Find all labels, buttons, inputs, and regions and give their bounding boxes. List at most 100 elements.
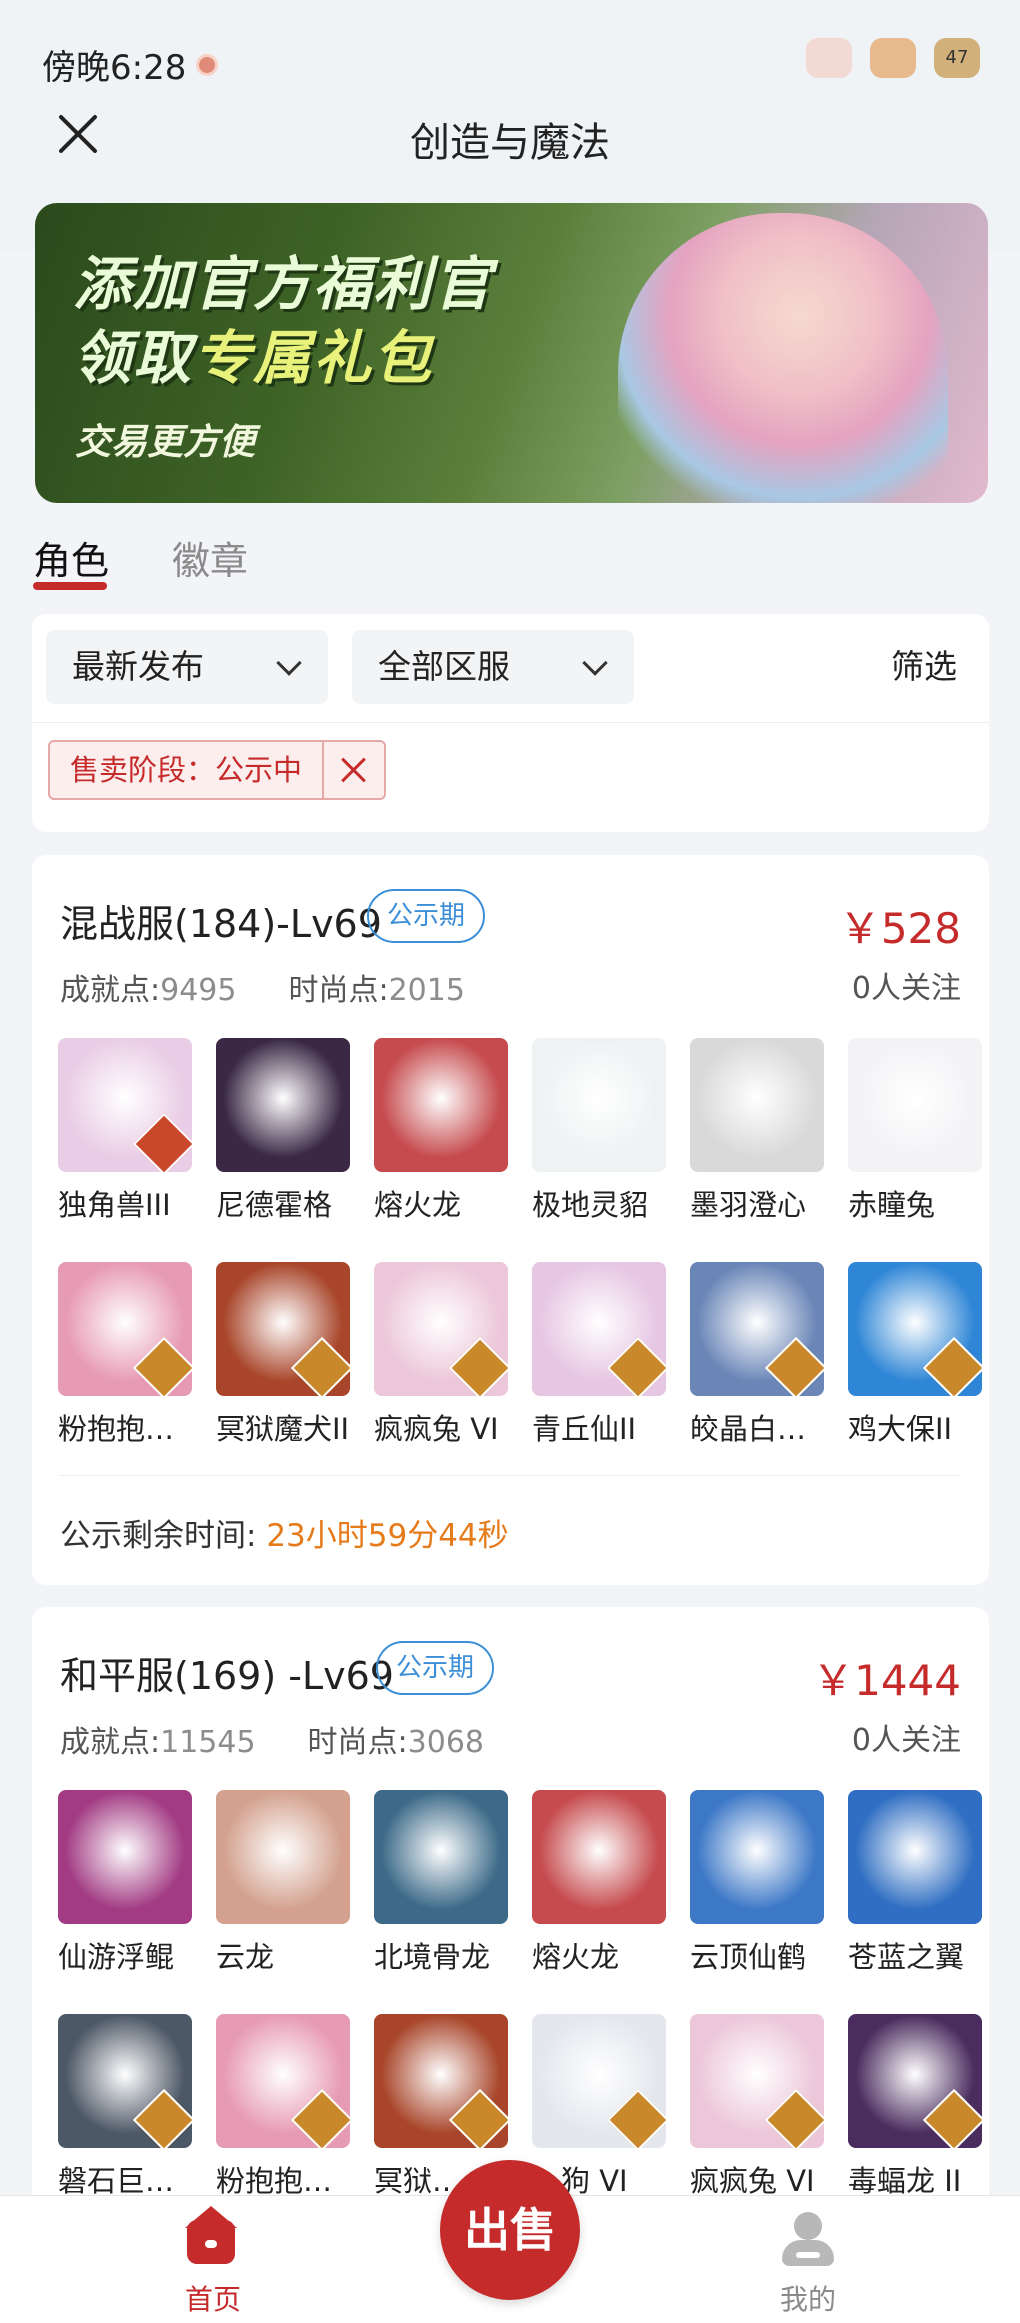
listing-stats: 成就点:11545 时尚点:3068 <box>60 1717 484 1761</box>
item-tile[interactable]: 磐石巨… <box>58 2014 194 2200</box>
nav-profile[interactable] <box>780 2210 836 2266</box>
wifi-icon <box>870 38 916 78</box>
item-tile[interactable]: 粉抱抱… <box>216 2014 352 2200</box>
divider <box>32 722 989 723</box>
item-tile[interactable]: 尼德霍格 <box>216 1038 352 1224</box>
nav-home[interactable] <box>183 2206 239 2266</box>
server-dropdown[interactable]: 全部区服 <box>352 630 634 704</box>
item-tile[interactable]: 粉抱抱… <box>58 1262 194 1448</box>
item-name: 赤瞳兔 <box>848 1188 936 1222</box>
listing-card[interactable]: 混战服(184)-Lv69 公示期 ￥528 成就点:9495 时尚点:2015 … <box>32 855 989 1585</box>
category-tabs: 角色 徽章 <box>0 520 1020 600</box>
item-tile[interactable]: 皎晶白… <box>690 1262 826 1448</box>
server-dropdown-value: 全部区服 <box>378 647 510 686</box>
promo-banner[interactable]: 添加官方福利官 领取专属礼包 交易更方便 <box>35 203 988 503</box>
item-thumbnail <box>532 1038 666 1172</box>
item-thumbnail <box>848 2014 982 2148</box>
listing-server: 和平服(169) -Lv69 <box>60 1654 394 1698</box>
item-name: 毒蝠龙 II <box>848 2164 962 2198</box>
status-icons: 47 <box>806 38 980 78</box>
item-name: 鸡大保II <box>848 1412 953 1446</box>
countdown-label: 公示剩余时间: <box>60 1518 257 1554</box>
countdown: 公示剩余时间: 23小时59分44秒 <box>60 1510 509 1555</box>
item-thumbnail <box>216 2014 350 2148</box>
status-badge: 公示期 <box>367 889 486 943</box>
item-tile[interactable]: 熔火龙 <box>532 1790 668 1976</box>
item-tile[interactable]: 极地灵貂 <box>532 1038 668 1224</box>
item-tile[interactable]: 鸡大保II <box>848 1262 984 1448</box>
item-name: 粉抱抱… <box>216 2164 333 2198</box>
nav-home-label[interactable]: 首页 <box>185 2278 241 2318</box>
countdown-time: 23小时59分44秒 <box>266 1518 509 1554</box>
item-name: 极地灵貂 <box>532 1188 649 1222</box>
item-thumbnail <box>374 1790 508 1924</box>
chevron-down-icon <box>276 650 302 676</box>
fashion-value: 3068 <box>407 1725 485 1760</box>
item-tile[interactable]: …狗 VI <box>532 2014 668 2200</box>
item-tile[interactable]: 北境骨龙 <box>374 1790 510 1976</box>
status-badge: 公示期 <box>376 1641 495 1695</box>
grade-badge-icon <box>764 1336 824 1396</box>
item-thumbnail <box>690 1790 824 1924</box>
item-name: 仙游浮鲲 <box>58 1940 175 1974</box>
tab-role[interactable]: 角色 <box>33 530 109 585</box>
item-name: 粉抱抱… <box>58 1412 175 1446</box>
item-thumbnail <box>58 1790 192 1924</box>
divider <box>60 1475 961 1476</box>
item-tile[interactable]: 毒蝠龙 II <box>848 2014 984 2200</box>
item-tile[interactable]: 云龙 <box>216 1790 352 1976</box>
item-tile[interactable]: 仙游浮鲲 <box>58 1790 194 1976</box>
grade-badge-icon <box>922 2088 982 2148</box>
fashion-label: 时尚点: <box>307 1725 408 1760</box>
item-thumbnail <box>848 1038 982 1172</box>
listing-price: ￥1444 <box>812 1656 961 1705</box>
item-thumbnail <box>848 1262 982 1396</box>
item-thumbnail <box>532 1262 666 1396</box>
item-tile[interactable]: 苍蓝之翼 <box>848 1790 984 1976</box>
item-tile[interactable]: 墨羽澄心 <box>690 1038 826 1224</box>
item-name: 熔火龙 <box>532 1940 620 1974</box>
profile-icon-body <box>782 2240 834 2266</box>
tab-badge[interactable]: 徽章 <box>172 530 248 585</box>
item-grid: 仙游浮鲲 云龙 北境骨龙 熔火龙 云顶仙鹤 苍蓝之翼 磐石巨… 粉抱抱… 冥狱… …狗 VI 疯疯兔… <box>58 1790 982 2200</box>
item-tile[interactable]: 疯疯兔 VI <box>374 1262 510 1448</box>
filter-button[interactable]: 筛选 <box>891 630 957 704</box>
sell-button[interactable]: 出售 <box>440 2160 580 2300</box>
item-tile[interactable]: 赤瞳兔 <box>848 1038 984 1224</box>
item-tile[interactable]: 冥狱魔犬II <box>216 1262 352 1448</box>
item-name: 独角兽III <box>58 1188 171 1222</box>
item-thumbnail <box>374 2014 508 2148</box>
item-name: 苍蓝之翼 <box>848 1940 965 1974</box>
app-notification-icon <box>806 38 852 78</box>
item-thumbnail <box>374 1038 508 1172</box>
time-text: 傍晚6:28 <box>42 48 187 88</box>
grade-badge-icon <box>922 1336 982 1396</box>
remove-filter-icon[interactable] <box>324 742 384 798</box>
banner-subheadline: 领取专属礼包 <box>73 311 433 395</box>
item-thumbnail <box>690 1262 824 1396</box>
active-filter-tag: 售卖阶段：公示中 <box>48 740 387 800</box>
battery-icon: 47 <box>934 38 980 78</box>
item-tile[interactable]: 云顶仙鹤 <box>690 1790 826 1976</box>
grade-badge-icon <box>132 1336 192 1396</box>
item-grid: 独角兽III 尼德霍格 熔火龙 极地灵貂 墨羽澄心 赤瞳兔粉抱抱… 冥狱魔犬II 疯疯兔 VI… <box>58 1038 982 1448</box>
item-thumbnail <box>58 1262 192 1396</box>
achievement-value: 9495 <box>160 973 237 1008</box>
item-name: 疯疯兔 VI <box>690 2164 815 2198</box>
listing-server: 混战服(184)-Lv69 <box>60 902 382 946</box>
item-name: 皎晶白… <box>690 1412 807 1446</box>
item-thumbnail <box>58 2014 192 2148</box>
item-name: 北境骨龙 <box>374 1940 491 1974</box>
item-tile[interactable]: 独角兽III <box>58 1038 194 1224</box>
item-name: 青丘仙II <box>532 1412 637 1446</box>
item-tile[interactable]: 熔火龙 <box>374 1038 510 1224</box>
follow-count: 0人关注 <box>851 971 961 1006</box>
grade-badge-icon <box>606 2088 666 2148</box>
nav-profile-label[interactable]: 我的 <box>780 2278 836 2318</box>
fashion-label: 时尚点: <box>288 973 389 1008</box>
item-tile[interactable]: 青丘仙II <box>532 1262 668 1448</box>
sort-dropdown[interactable]: 最新发布 <box>46 630 328 704</box>
item-tile[interactable]: 疯疯兔 VI <box>690 2014 826 2200</box>
item-thumbnail <box>216 1038 350 1172</box>
item-thumbnail <box>216 1790 350 1924</box>
